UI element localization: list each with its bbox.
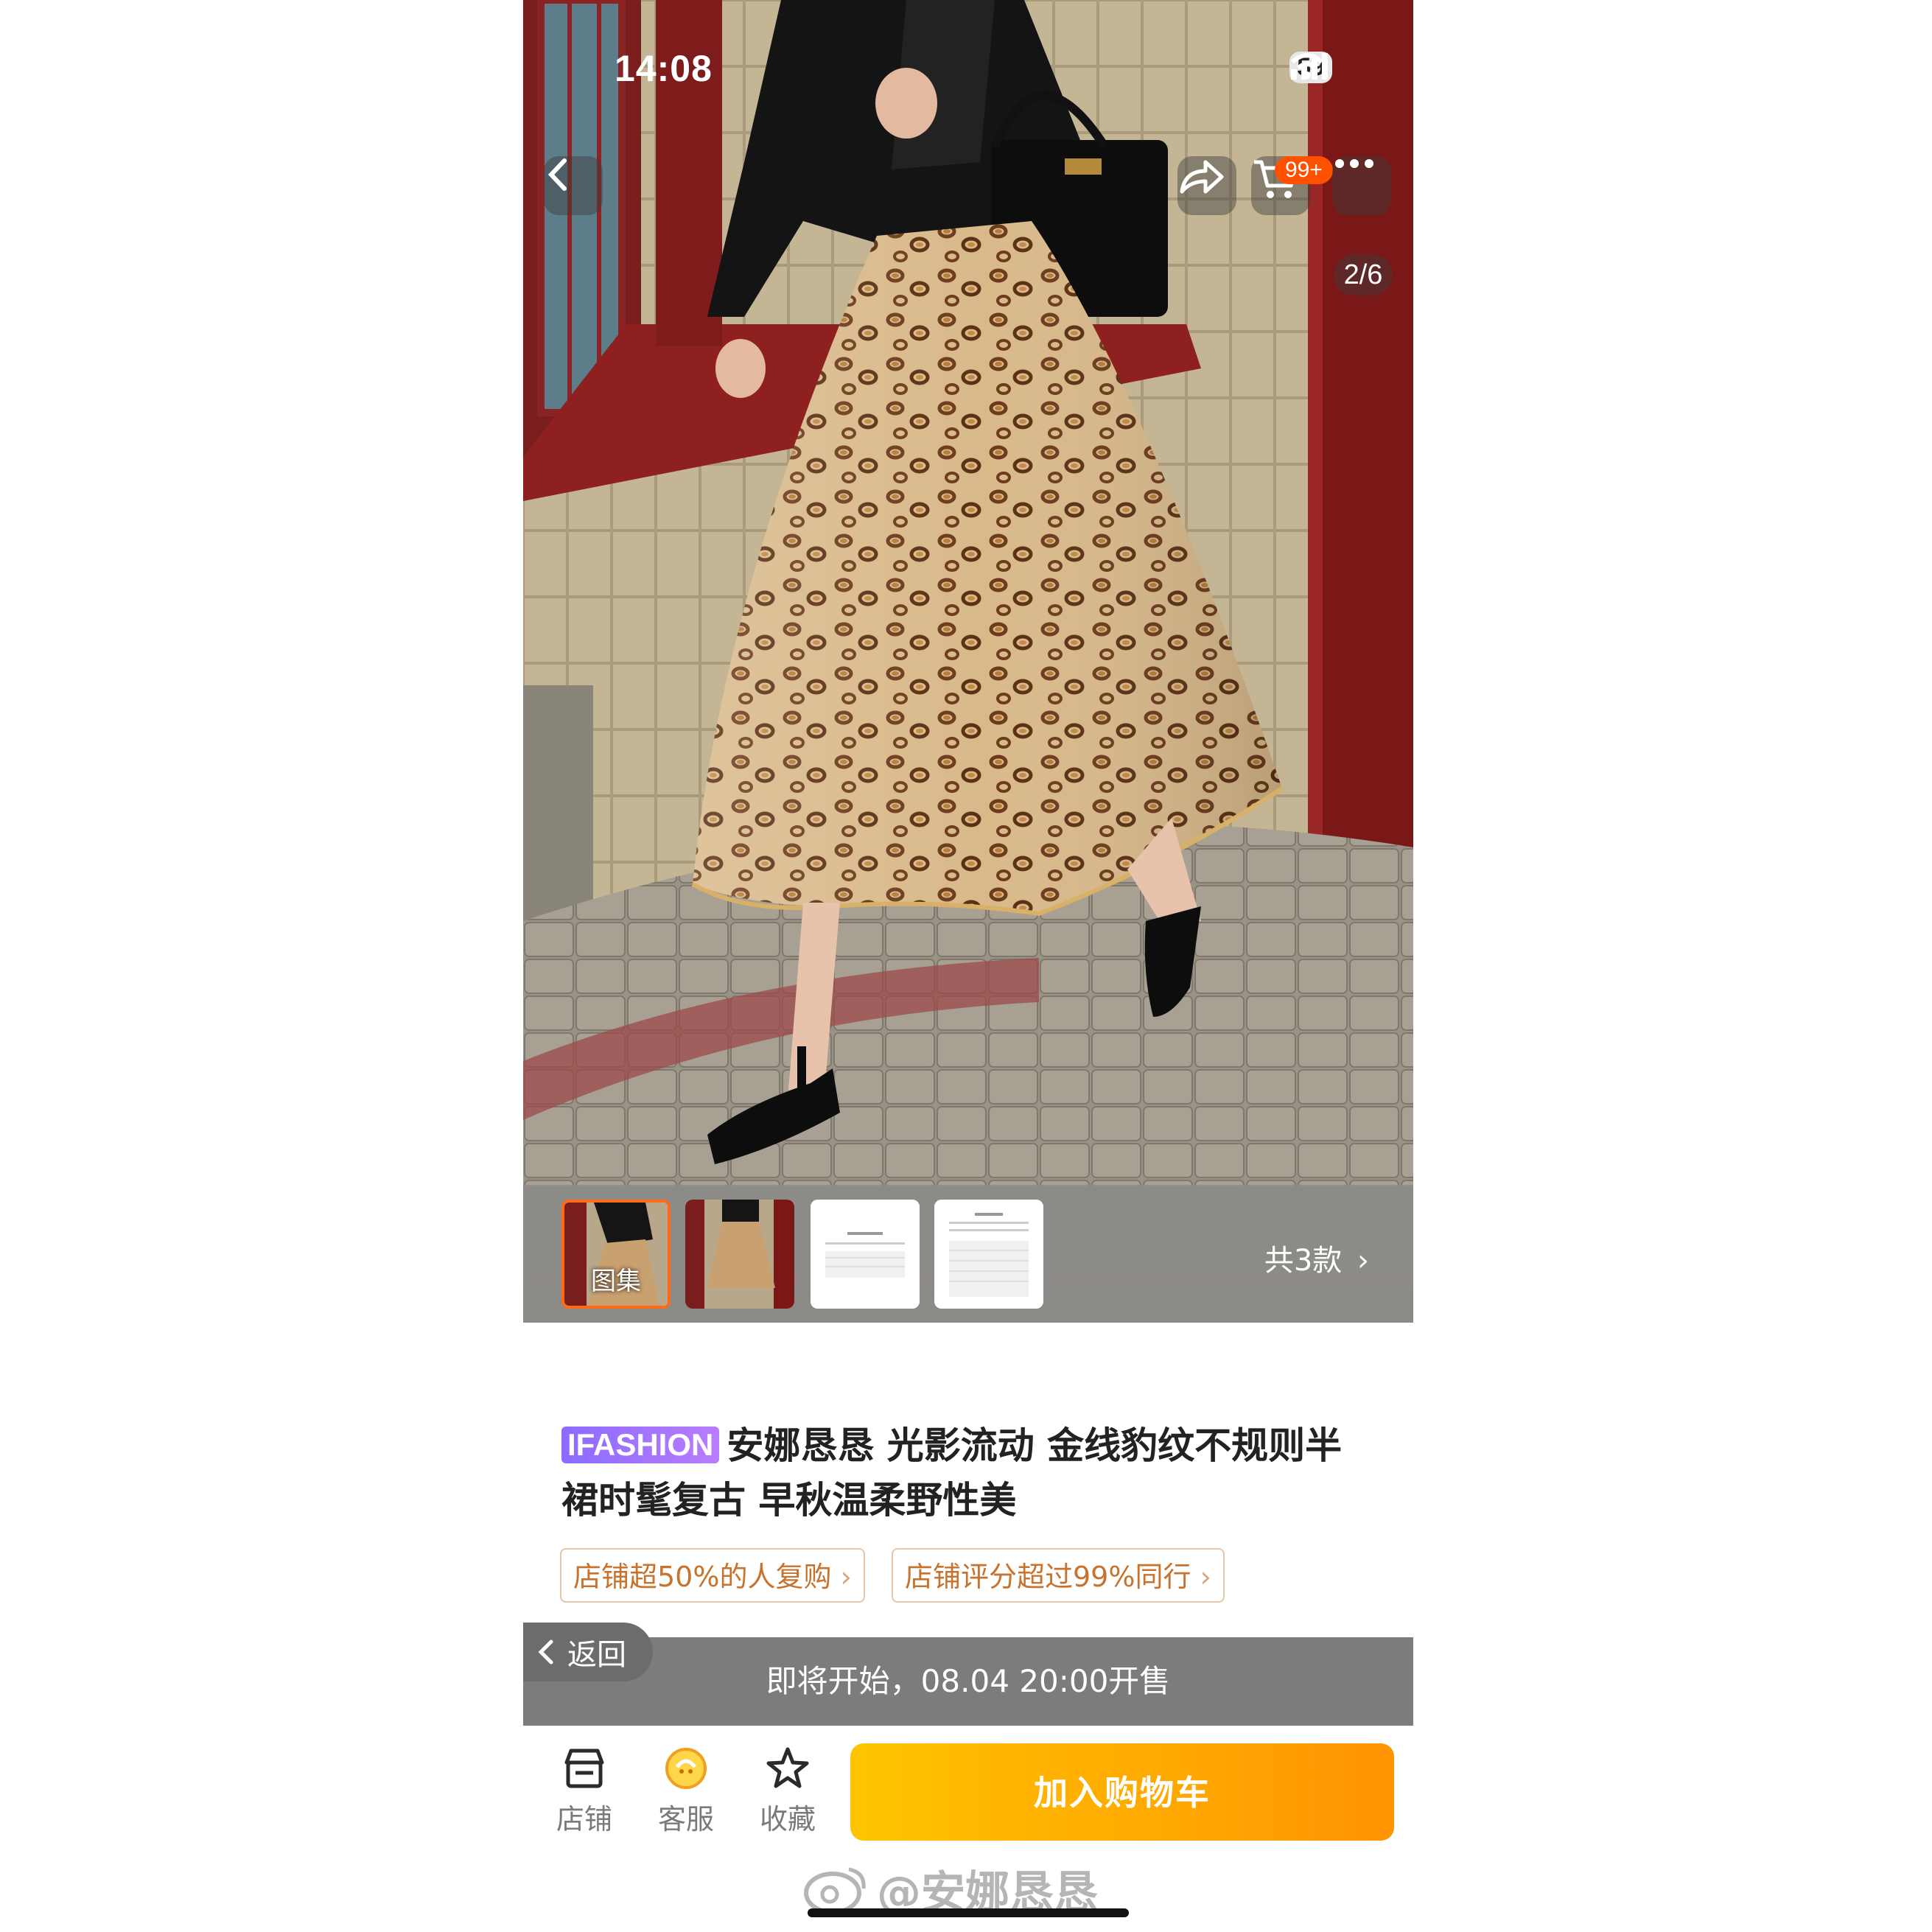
customer-service-button[interactable]: 客服 bbox=[645, 1745, 727, 1837]
customer-service-icon bbox=[665, 1748, 707, 1789]
chevron-right-icon: › bbox=[840, 1561, 852, 1593]
thumbnail-2[interactable] bbox=[685, 1200, 794, 1309]
product-title-line-1: IFASHION 安娜恳恳 光影流动 金线豹纹不规则半 bbox=[561, 1418, 1379, 1473]
thumbnail-image bbox=[934, 1200, 1043, 1309]
shop-label: 店铺 bbox=[556, 1803, 612, 1835]
wifi-icon bbox=[1291, 53, 1324, 79]
image-page-indicator: 2/6 bbox=[1334, 254, 1393, 295]
cart-badge: 99+ bbox=[1275, 156, 1333, 184]
home-indicator[interactable] bbox=[808, 1908, 1129, 1917]
return-button[interactable]: 返回 bbox=[523, 1623, 653, 1681]
add-to-cart-button[interactable]: 加入购物车 bbox=[850, 1743, 1394, 1841]
presale-notice: 即将开始，08.04 20:00开售 bbox=[766, 1663, 1171, 1699]
favorite-label: 收藏 bbox=[759, 1803, 816, 1835]
bottom-action-bar: 店铺 客服 收藏 加入购物车 bbox=[523, 1726, 1413, 1873]
share-icon bbox=[1180, 160, 1224, 194]
repurchase-chip[interactable]: 店铺超50%的人复购 › bbox=[560, 1548, 865, 1603]
back-button[interactable] bbox=[544, 156, 603, 215]
return-label: 返回 bbox=[567, 1638, 626, 1672]
status-time: 14:08 bbox=[615, 48, 713, 89]
phone-screen: 14:08 59 99+ 2/6 图集 共3款 › IFASHION 安娜恳恳 … bbox=[523, 0, 1413, 1932]
chevron-left-icon bbox=[538, 1639, 553, 1665]
thumbnail-image bbox=[811, 1200, 920, 1309]
product-title-line-2: 裙时髦复古 早秋温柔野性美 bbox=[561, 1479, 1017, 1522]
variant-count-label: 共3款 bbox=[1264, 1244, 1343, 1278]
thumbnail-size-chart-2[interactable] bbox=[934, 1200, 1043, 1309]
favorite-button[interactable]: 收藏 bbox=[747, 1745, 828, 1837]
share-button[interactable] bbox=[1177, 156, 1236, 215]
rating-chip[interactable]: 店铺评分超过99%同行 › bbox=[892, 1548, 1225, 1603]
thumbnail-gallery[interactable]: 图集 bbox=[561, 1200, 671, 1309]
repurchase-chip-label: 店铺超50%的人复购 bbox=[573, 1561, 832, 1593]
store-icon bbox=[564, 1749, 604, 1788]
title-text-1: 安娜恳恳 光影流动 金线豹纹不规则半 bbox=[727, 1424, 1343, 1467]
more-button[interactable] bbox=[1332, 156, 1391, 215]
star-icon bbox=[766, 1747, 809, 1788]
thumbnail-strip: 图集 共3款 › bbox=[523, 1185, 1413, 1323]
status-icons: 59 bbox=[1289, 52, 1332, 83]
brand-tag: IFASHION bbox=[561, 1427, 720, 1463]
chevron-left-icon bbox=[547, 158, 567, 191]
product-photo[interactable]: 14:08 59 99+ 2/6 图集 共3款 › bbox=[523, 0, 1413, 1323]
thumbnail-image bbox=[685, 1200, 794, 1309]
variant-count-link[interactable]: 共3款 › bbox=[1264, 1236, 1369, 1279]
thumbnail-gallery-label: 图集 bbox=[591, 1267, 641, 1296]
rating-chip-label: 店铺评分超过99%同行 bbox=[905, 1561, 1191, 1593]
customer-service-label: 客服 bbox=[657, 1803, 714, 1835]
more-dots-icon bbox=[1335, 159, 1373, 168]
thumbnail-size-chart-1[interactable] bbox=[811, 1200, 920, 1309]
presale-banner: 即将开始，08.04 20:00开售 bbox=[523, 1637, 1413, 1726]
shop-button[interactable]: 店铺 bbox=[544, 1745, 625, 1837]
chevron-right-icon: › bbox=[1357, 1244, 1369, 1278]
chevron-right-icon: › bbox=[1200, 1561, 1211, 1593]
weibo-logo-icon bbox=[804, 1867, 866, 1914]
